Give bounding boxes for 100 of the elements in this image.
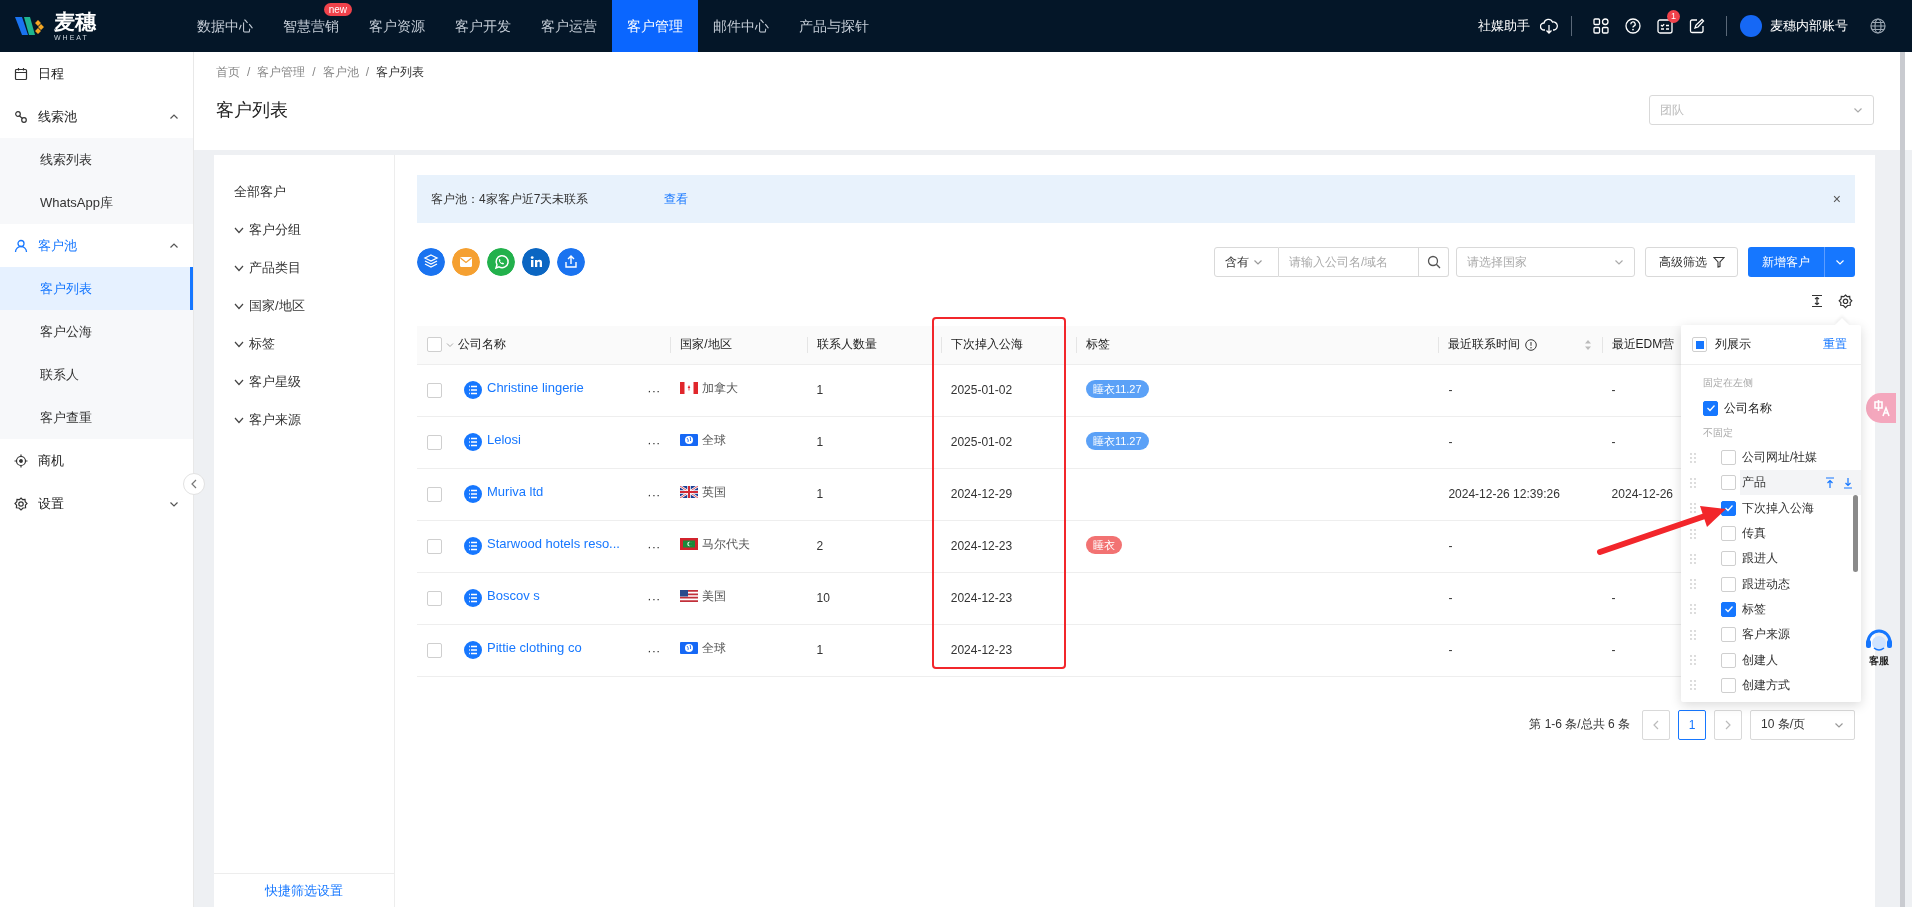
close-button[interactable]: ×: [1832, 191, 1841, 207]
chat-phone-icon[interactable]: [487, 248, 515, 276]
nav-tab[interactable]: 邮件中心: [698, 0, 784, 52]
column-option[interactable]: 公司网址/社媒: [1742, 449, 1818, 467]
more-button[interactable]: ···: [647, 486, 661, 502]
list-icon[interactable]: [464, 485, 482, 503]
sort-icon[interactable]: [1583, 338, 1592, 351]
page-size-select[interactable]: 10 条/页: [1750, 709, 1855, 740]
company-link[interactable]: Pittie clothing co: [487, 639, 582, 655]
add-customer-button[interactable]: 新增客户: [1748, 247, 1824, 277]
task-list-icon[interactable]: [1657, 18, 1673, 34]
search-field[interactable]: 请输入公司名/域名: [1279, 247, 1419, 277]
caret-icon[interactable]: [446, 340, 454, 349]
more-button[interactable]: ···: [647, 382, 661, 398]
filter-item[interactable]: 客户来源: [249, 411, 301, 429]
column-option[interactable]: 传真: [1742, 525, 1766, 543]
breadcrumb-link[interactable]: 首页: [216, 63, 240, 81]
nav-tab[interactable]: 产品与探针: [784, 0, 884, 52]
column-option[interactable]: 跟进动态: [1742, 575, 1790, 593]
nav-tab[interactable]: 客户管理: [612, 0, 698, 52]
layers-icon[interactable]: [417, 248, 445, 276]
chevron-icon[interactable]: [234, 339, 244, 349]
sidebar-item[interactable]: WhatsApp库: [0, 181, 193, 224]
column-option[interactable]: 公司名称: [1724, 399, 1772, 417]
linkedin-icon[interactable]: [522, 248, 550, 276]
drag-handle-icon[interactable]: [1690, 477, 1696, 488]
edit-icon[interactable]: [1689, 18, 1705, 34]
upload-icon[interactable]: [557, 248, 585, 276]
scrollbar[interactable]: [1853, 495, 1858, 572]
previous-page-button[interactable]: [1642, 709, 1670, 740]
pin-bottom-icon[interactable]: [1843, 476, 1853, 489]
drag-handle-icon[interactable]: [1690, 629, 1696, 640]
company-link[interactable]: Boscov s: [487, 587, 540, 603]
checkbox[interactable]: [1703, 400, 1718, 416]
globe-icon[interactable]: [1870, 18, 1886, 34]
drag-handle-icon[interactable]: [1690, 528, 1696, 539]
checkbox[interactable]: [1721, 500, 1736, 516]
list-icon[interactable]: [464, 537, 482, 555]
search-button[interactable]: [1419, 247, 1449, 277]
filter-settings-link[interactable]: 快捷筛选设置: [265, 881, 343, 900]
sidebar-item[interactable]: 设置: [38, 494, 64, 513]
column-option[interactable]: 创建方式: [1742, 676, 1790, 694]
company-link[interactable]: Muriva ltd: [487, 483, 544, 499]
more-button[interactable]: ···: [647, 590, 661, 606]
nav-tab[interactable]: new 智慧营销: [268, 0, 354, 52]
assistant-link[interactable]: 社媒助手: [1478, 17, 1530, 35]
drag-handle-icon[interactable]: [1690, 579, 1696, 590]
pin-top-icon[interactable]: [1825, 476, 1835, 489]
account-name[interactable]: 麦穗内部账号: [1770, 17, 1848, 35]
avatar[interactable]: [1740, 15, 1762, 37]
drag-handle-icon[interactable]: [1690, 604, 1696, 615]
filter-item[interactable]: 全部客户: [234, 183, 286, 201]
column-option[interactable]: 下次掉入公海: [1742, 499, 1814, 517]
drag-handle-icon[interactable]: [1690, 503, 1696, 514]
checkbox[interactable]: [1721, 601, 1736, 617]
mail-icon[interactable]: [452, 248, 480, 276]
filter-item[interactable]: 国家/地区: [249, 297, 305, 315]
dropdown-button[interactable]: [1824, 247, 1855, 277]
drag-handle-icon[interactable]: [1690, 452, 1696, 463]
sidebar-item[interactable]: 商机: [38, 451, 64, 470]
column-option[interactable]: 产品: [1742, 474, 1766, 492]
scrollbar[interactable]: [1900, 52, 1905, 907]
sidebar-item[interactable]: 客户查重: [0, 396, 193, 439]
filter-item[interactable]: 客户星级: [249, 373, 301, 391]
more-button[interactable]: ···: [647, 538, 661, 554]
filter-item[interactable]: 产品类目: [249, 259, 301, 277]
view-link[interactable]: 查看: [664, 190, 689, 208]
chevron-icon[interactable]: [234, 263, 244, 273]
list-icon[interactable]: [464, 433, 482, 451]
reset-link[interactable]: 重置: [1823, 336, 1847, 353]
nav-tab[interactable]: 客户资源: [354, 0, 440, 52]
chevron-icon[interactable]: [234, 225, 244, 235]
next-page-button[interactable]: [1714, 709, 1742, 740]
list-icon[interactable]: [464, 589, 482, 607]
nav-tab[interactable]: 客户运营: [526, 0, 612, 52]
more-button[interactable]: ···: [647, 642, 661, 658]
more-button[interactable]: ···: [647, 434, 661, 450]
sidebar-item[interactable]: 客户池: [38, 236, 77, 255]
company-link[interactable]: Starwood hotels reso...: [487, 535, 620, 551]
filter-item[interactable]: 标签: [249, 335, 275, 353]
drag-handle-icon[interactable]: [1690, 553, 1696, 564]
match-select[interactable]: 含有: [1214, 247, 1279, 277]
company-link[interactable]: Christine lingerie: [487, 379, 584, 395]
sidebar-item[interactable]: 线索池: [38, 107, 77, 126]
breadcrumb-link[interactable]: 客户管理: [257, 63, 306, 81]
list-icon[interactable]: [464, 381, 482, 399]
drag-handle-icon[interactable]: [1690, 655, 1696, 665]
translate-icon[interactable]: [1866, 393, 1896, 423]
nav-tab[interactable]: 客户开发: [440, 0, 526, 52]
filter-item[interactable]: 客户分组: [249, 221, 301, 239]
sidebar-item[interactable]: 日程: [38, 64, 64, 83]
apps-icon[interactable]: [1593, 18, 1609, 34]
nav-tab[interactable]: 数据中心: [182, 0, 268, 52]
chevron-icon[interactable]: [234, 415, 244, 425]
advanced-filter-button[interactable]: 高级筛选: [1645, 247, 1738, 277]
list-icon[interactable]: [464, 641, 482, 659]
column-option[interactable]: 创建人: [1742, 651, 1778, 669]
sidebar-item[interactable]: 线索列表: [0, 138, 193, 181]
sidebar-item[interactable]: 联系人: [0, 353, 193, 396]
chevron-icon[interactable]: [234, 377, 244, 387]
